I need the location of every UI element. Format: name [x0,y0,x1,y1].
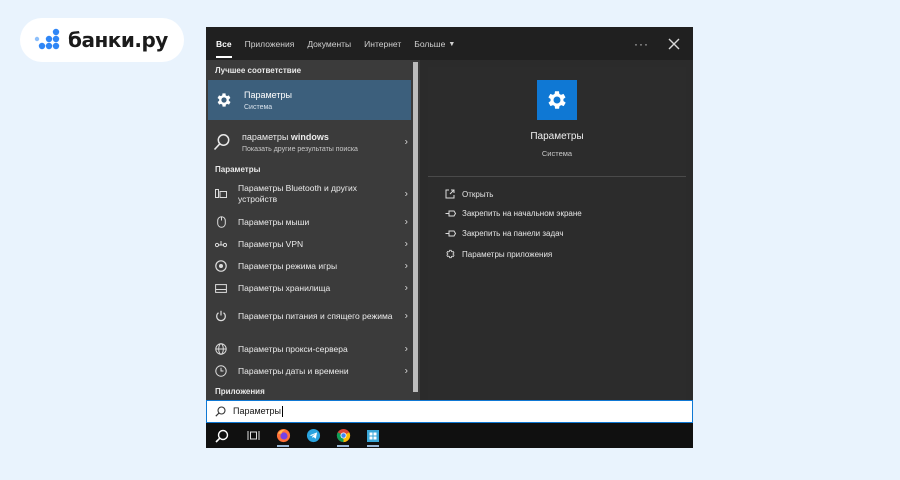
action-app-settings[interactable]: Параметры приложения [444,249,552,259]
task-view-icon [247,431,259,440]
preview-panel: Параметры Система Открыть Закрепить на н… [428,67,686,400]
logo-dots-icon [34,28,60,50]
firefox-icon [276,428,290,443]
tab-web[interactable]: Интернет [364,29,401,58]
settings-item-game-mode[interactable]: Параметры режима игры › [208,255,411,277]
gear-icon [213,89,235,111]
settings-item-datetime[interactable]: Параметры даты и времени › [208,360,411,382]
web-search-title: параметры windows [242,131,329,142]
results-scrollbar[interactable] [411,60,420,400]
settings-item-label: Параметры VPN [238,238,304,249]
action-label: Закрепить на панели задач [462,229,564,238]
settings-item-label: Параметры мыши [238,216,310,227]
best-match-item[interactable]: Параметры Система [208,80,411,120]
power-icon [214,310,228,322]
chevron-right-icon: › [404,260,408,272]
start-search-window: Все Приложения Документы Интернет Больше… [206,27,693,448]
action-pin-taskbar[interactable]: Закрепить на панели задач [444,229,564,238]
pin-icon [444,229,456,238]
clock-icon [214,365,228,377]
settings-item-power[interactable]: Параметры питания и спящего режима › [208,301,411,331]
tab-more-label: Больше [414,39,446,49]
apps-header: Приложения [215,387,265,396]
chevron-right-icon: › [404,238,408,250]
settings-item-storage[interactable]: Параметры хранилища › [208,277,411,299]
gear-icon [444,249,456,259]
settings-item-vpn[interactable]: Параметры VPN › [208,233,411,255]
tab-apps[interactable]: Приложения [245,29,295,58]
scrollbar-thumb[interactable] [413,62,418,392]
chevron-right-icon: › [404,282,408,294]
search-icon [215,406,226,417]
search-tabs-bar: Все Приложения Документы Интернет Больше… [206,27,693,60]
web-search-item[interactable]: параметры windows Показать другие резуль… [208,125,411,159]
web-search-subtitle: Показать другие результаты поиска [242,145,358,153]
settings-item-bluetooth[interactable]: Параметры Bluetooth и других устройств › [208,180,411,208]
chevron-right-icon: › [404,216,408,228]
search-input-value: Параметры [233,405,283,418]
store-icon [367,429,379,442]
chevron-right-icon: › [404,343,408,355]
storage-icon [214,283,228,293]
chevron-right-icon: › [404,365,408,377]
close-icon[interactable] [667,37,681,51]
search-icon [211,133,233,151]
settings-item-label: Параметры прокси-сервера [238,343,348,354]
more-options-icon[interactable]: ··· [634,37,649,51]
action-label: Параметры приложения [462,249,553,259]
settings-header: Параметры [215,165,261,174]
action-label: Открыть [462,189,494,199]
taskbar-store[interactable] [358,423,388,448]
best-match-header: Лучшее соответствие [215,66,302,75]
action-open[interactable]: Открыть [444,189,493,199]
best-match-subtitle: Система [244,103,273,111]
search-icon [215,429,229,443]
settings-item-label: Параметры питания и спящего режима [238,310,393,321]
app-gear-icon [537,80,577,120]
banki-logo: банки.ру [20,18,184,62]
settings-item-label: Параметры режима игры [238,260,338,271]
taskbar-telegram[interactable] [298,423,328,448]
action-label: Закрепить на начальном экране [462,209,582,218]
settings-item-label: Параметры даты и времени [238,365,349,376]
game-icon [214,260,228,272]
chevron-right-icon: › [404,136,408,148]
chrome-icon [336,428,350,443]
action-pin-start[interactable]: Закрепить на начальном экране [444,209,582,218]
taskbar-chrome[interactable] [328,423,358,448]
taskbar [206,423,693,448]
settings-item-label: Параметры Bluetooth и других устройств [238,183,357,204]
tab-all[interactable]: Все [216,29,232,58]
best-match-title: Параметры [244,89,292,100]
taskbar-firefox[interactable] [268,423,298,448]
settings-item-label: Параметры хранилища [238,282,331,293]
globe-icon [214,343,228,355]
open-icon [444,189,456,199]
settings-item-proxy[interactable]: Параметры прокси-сервера › [208,338,411,360]
caret-down-icon: ▼ [448,40,456,48]
telegram-icon [306,428,320,443]
logo-text: банки.ру [68,28,168,52]
taskbar-task-view-button[interactable] [238,423,268,448]
tab-more[interactable]: Больше ▼ [414,29,455,58]
preview-subtitle: Система [541,149,573,158]
settings-item-mouse[interactable]: Параметры мыши › [208,211,411,233]
results-list: Лучшее соответствие Параметры Система па… [206,60,420,400]
vpn-icon [214,240,228,248]
pin-icon [444,209,456,218]
mouse-icon [214,216,228,228]
chevron-right-icon: › [404,188,408,200]
preview-divider [428,176,686,177]
chevron-right-icon: › [404,310,408,322]
tab-documents[interactable]: Документы [307,29,351,58]
search-input[interactable]: Параметры [206,400,693,423]
taskbar-search-button[interactable] [206,423,238,448]
preview-title: Параметры [530,131,584,142]
devices-icon [214,188,228,200]
